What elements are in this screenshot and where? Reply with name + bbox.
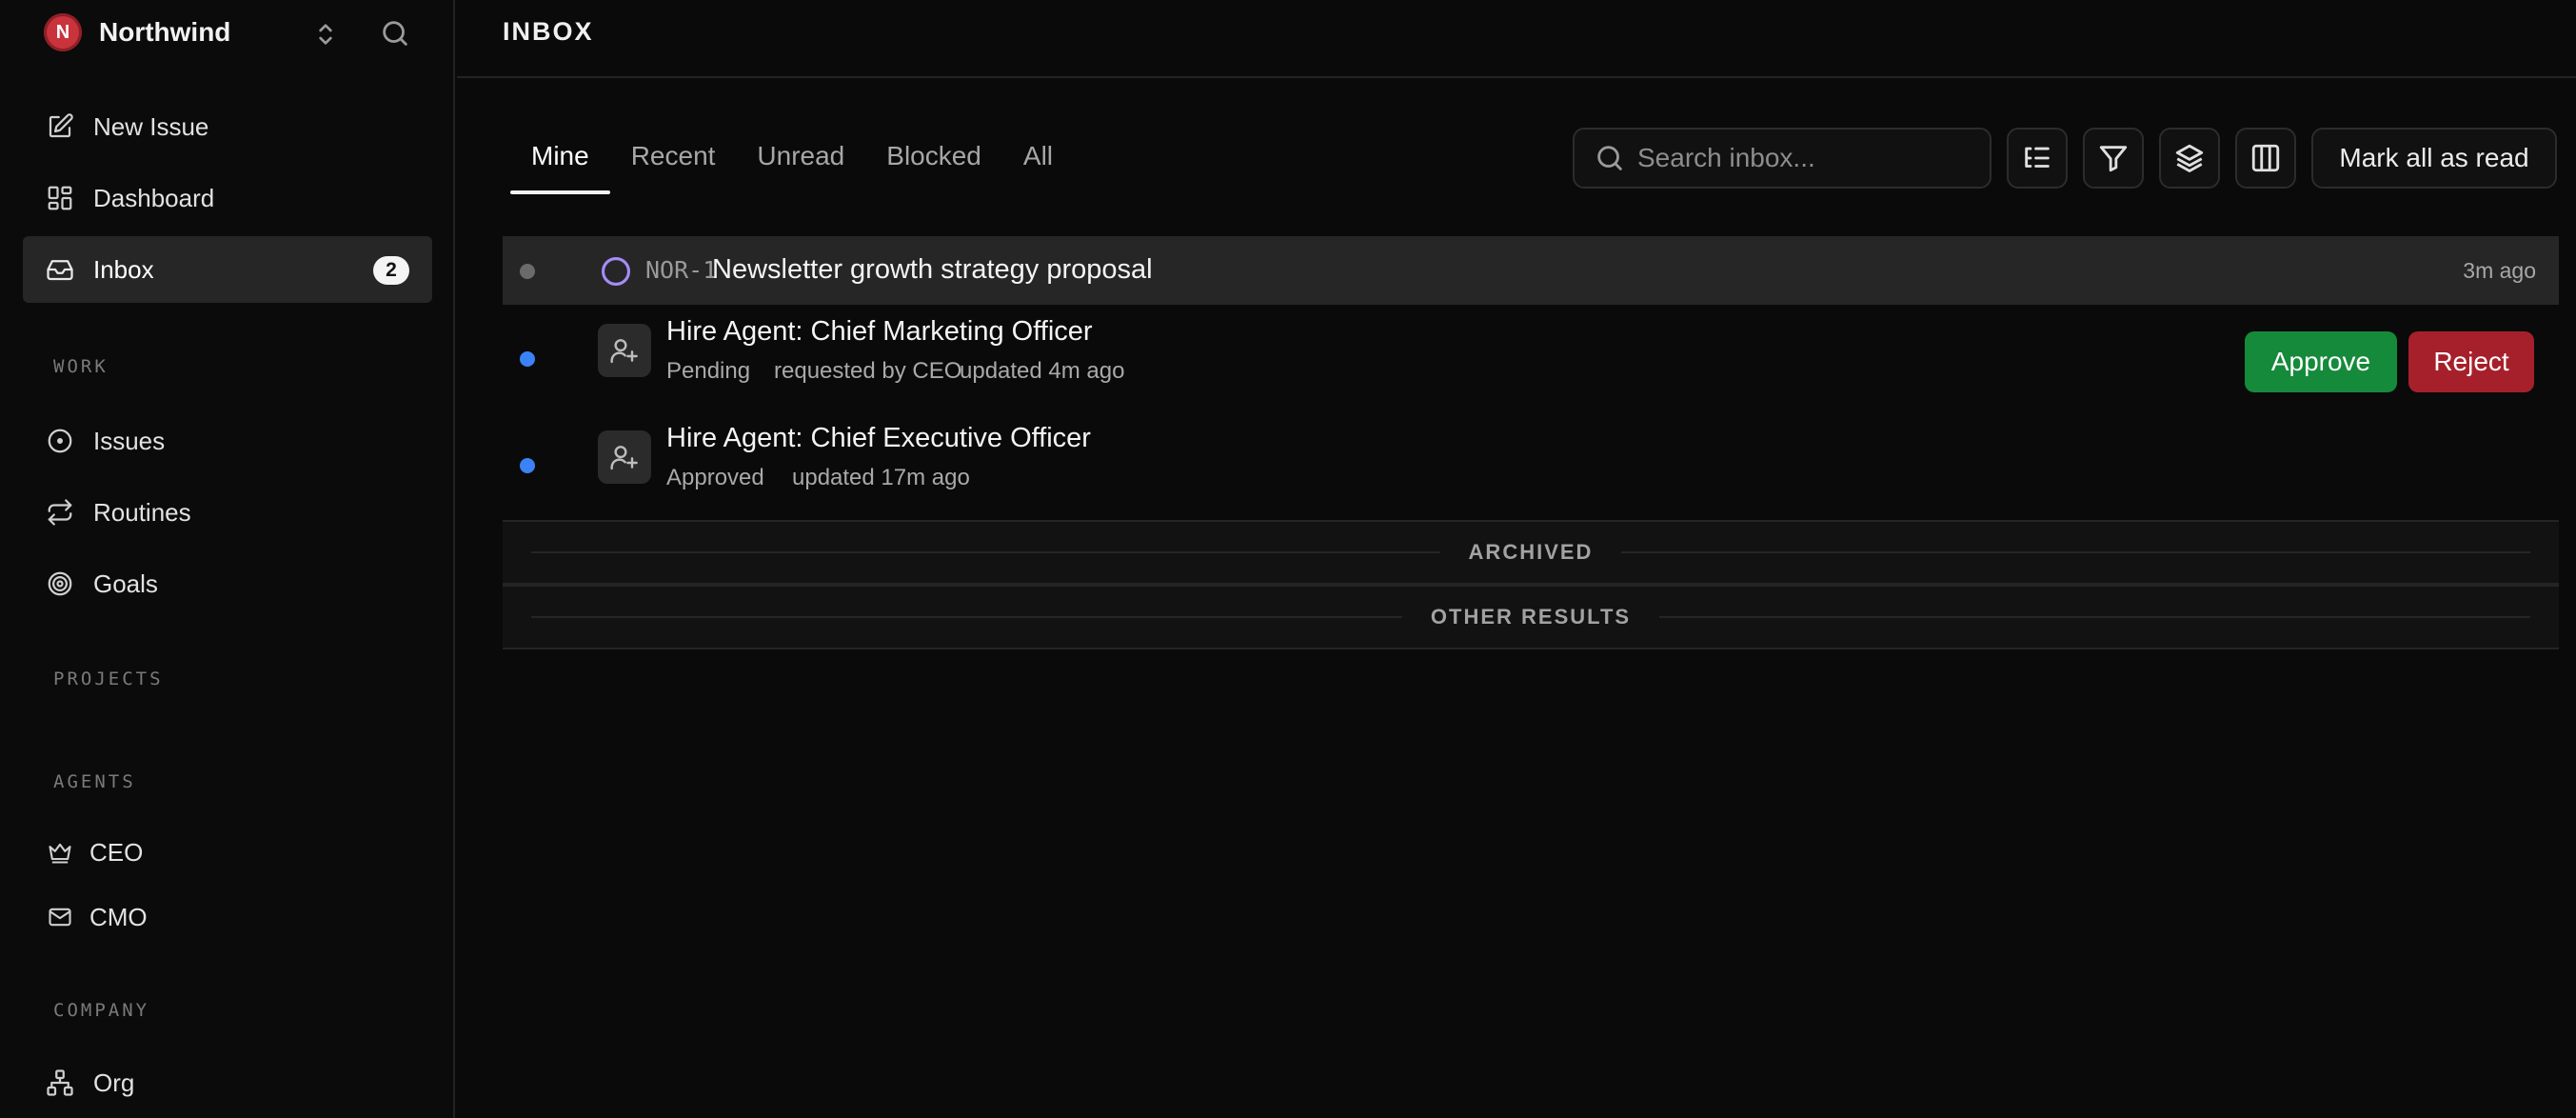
nav-routines-label: Routines — [93, 497, 191, 527]
hire-agent-icon-box — [598, 324, 651, 377]
org-chart-icon — [44, 1067, 76, 1099]
section-company: COMPANY — [53, 1000, 150, 1021]
approval-status: Pending — [666, 358, 751, 384]
issue-timestamp: 3m ago — [2463, 258, 2536, 283]
section-agents: AGENTS — [53, 771, 136, 792]
other-results-divider[interactable]: OTHER RESULTS — [503, 585, 2559, 649]
unread-indicator-dot — [520, 458, 535, 473]
columns-button[interactable] — [2235, 128, 2296, 189]
nav-inbox[interactable]: Inbox 2 — [23, 236, 432, 303]
tab-recent[interactable]: Recent — [610, 124, 737, 194]
unread-indicator-dot — [520, 351, 535, 367]
section-work: WORK — [53, 356, 109, 377]
nav-routines[interactable]: Routines — [23, 479, 432, 546]
approval-requested-by: requested by CEO — [774, 358, 962, 384]
target-icon — [44, 568, 76, 600]
search-input[interactable] — [1637, 143, 1980, 173]
divider-line — [1621, 551, 2530, 553]
tab-all[interactable]: All — [1002, 124, 1074, 194]
sidebar: N Northwind New Issue Dashboard Inbox 2 … — [0, 0, 455, 1118]
tab-blocked[interactable]: Blocked — [865, 124, 1002, 194]
workspace-logo: N — [44, 13, 82, 51]
approval-updated: updated 17m ago — [792, 465, 970, 490]
hire-agent-icon-box — [598, 430, 651, 484]
approve-button[interactable]: Approve — [2245, 331, 2397, 392]
search-icon — [1597, 146, 1622, 170]
archived-label: ARCHIVED — [1468, 540, 1594, 564]
page-title: INBOX — [503, 17, 594, 46]
search-box[interactable] — [1573, 128, 1991, 189]
inbox-tray-icon — [44, 253, 76, 286]
repeat-arrows-icon — [44, 496, 76, 529]
nav-new-issue[interactable]: New Issue — [23, 93, 432, 160]
columns-icon — [2251, 144, 2280, 172]
dashboard-grid-icon — [44, 182, 76, 214]
mail-icon — [44, 901, 76, 933]
divider-line — [531, 616, 1402, 618]
inbox-tabs: Mine Recent Unread Blocked All — [510, 124, 1074, 194]
divider-line — [1659, 616, 2530, 618]
nav-goals-label: Goals — [93, 569, 158, 598]
user-plus-icon — [610, 446, 638, 470]
nav-issues-label: Issues — [93, 426, 166, 455]
divider-line — [531, 551, 1440, 553]
filter-button[interactable] — [2083, 128, 2144, 189]
other-results-label: OTHER RESULTS — [1430, 605, 1632, 629]
pencil-square-icon — [44, 110, 76, 143]
nav-new-issue-label: New Issue — [93, 111, 209, 141]
crown-icon — [44, 836, 76, 868]
nav-issues[interactable]: Issues — [23, 408, 432, 474]
nav-org-label: Org — [93, 1068, 135, 1097]
nav-org[interactable]: Org — [23, 1049, 432, 1116]
list-tree-icon — [2025, 147, 2050, 168]
user-plus-icon — [610, 339, 638, 364]
inbox-count-badge: 2 — [373, 256, 409, 285]
approval-title: Hire Agent: Chief Executive Officer — [666, 423, 1091, 453]
layers-icon — [2175, 144, 2204, 172]
nav-agent-cmo-label: CMO — [89, 902, 148, 931]
nav-agent-cmo[interactable]: CMO — [23, 884, 432, 950]
inbox-issue-row[interactable]: NOR-1 Newsletter growth strategy proposa… — [503, 236, 2559, 305]
nav-goals[interactable]: Goals — [23, 550, 432, 617]
read-indicator-dot — [520, 264, 535, 279]
layers-button[interactable] — [2159, 128, 2220, 189]
workspace-name: Northwind — [99, 17, 231, 47]
search-icon[interactable] — [379, 17, 411, 50]
approval-status: Approved — [666, 465, 764, 490]
reject-button[interactable]: Reject — [2408, 331, 2534, 392]
approval-updated: updated 4m ago — [960, 358, 1125, 384]
top-bar: INBOX — [457, 0, 2576, 78]
issue-title: Newsletter growth strategy proposal — [712, 254, 1153, 285]
inbox-approval-row[interactable]: Hire Agent: Chief Executive Officer Appr… — [503, 411, 2559, 518]
issue-status-circle-icon — [601, 256, 631, 287]
circle-dot-icon — [44, 425, 76, 457]
approval-title: Hire Agent: Chief Marketing Officer — [666, 316, 1093, 347]
section-projects: PROJECTS — [53, 669, 164, 689]
filter-icon — [2099, 146, 2128, 172]
tab-unread[interactable]: Unread — [736, 124, 865, 194]
nav-inbox-label: Inbox — [93, 254, 154, 284]
issue-identifier: NOR-1 — [645, 256, 718, 284]
chevrons-up-down-icon[interactable] — [310, 19, 341, 50]
workspace-switcher[interactable]: N Northwind — [44, 13, 425, 51]
group-by-button[interactable] — [2007, 128, 2068, 189]
nav-agent-ceo-label: CEO — [89, 837, 144, 867]
main-content: INBOX Mine Recent Unread Blocked All Mar… — [457, 0, 2576, 1118]
mark-all-read-button[interactable]: Mark all as read — [2311, 128, 2557, 189]
nav-dashboard-label: Dashboard — [93, 183, 215, 212]
nav-dashboard[interactable]: Dashboard — [23, 165, 432, 231]
tab-mine[interactable]: Mine — [510, 124, 610, 194]
archived-divider[interactable]: ARCHIVED — [503, 520, 2559, 585]
nav-agent-ceo[interactable]: CEO — [23, 819, 432, 886]
